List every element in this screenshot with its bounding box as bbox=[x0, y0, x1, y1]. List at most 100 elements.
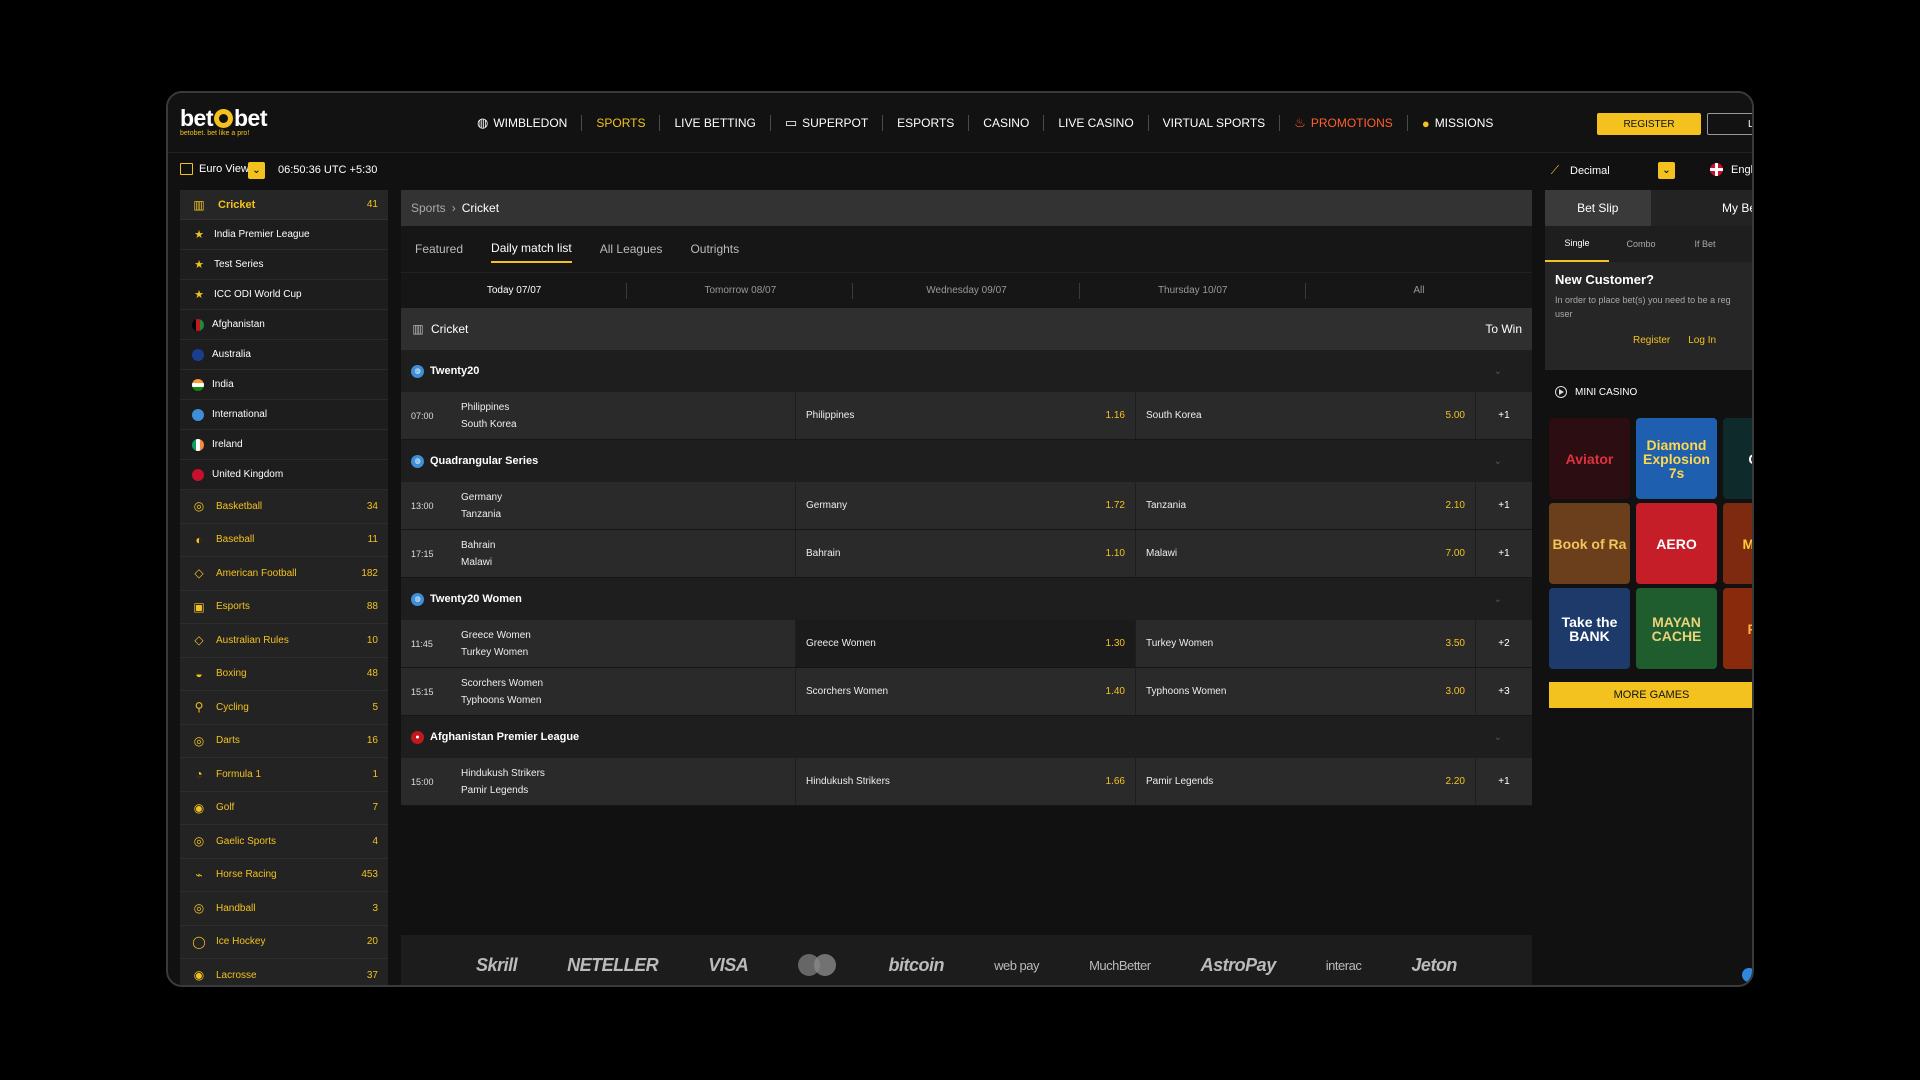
bet-type-single[interactable]: Single bbox=[1545, 226, 1609, 262]
date-tab[interactable]: Tomorrow 08/07 bbox=[627, 273, 854, 308]
sidebar-subitem[interactable]: Ireland bbox=[180, 430, 388, 460]
login-button[interactable]: LO bbox=[1707, 113, 1752, 135]
more-markets-button[interactable]: +1 bbox=[1475, 392, 1532, 439]
sidebar-subitem[interactable]: Australia bbox=[180, 340, 388, 370]
sidebar-item-handball[interactable]: ◎ Handball 3 bbox=[180, 892, 388, 926]
tab-outrights[interactable]: Outrights bbox=[690, 236, 739, 262]
register-button[interactable]: REGISTER bbox=[1597, 113, 1701, 135]
nav-sports[interactable]: SPORTS bbox=[582, 115, 661, 131]
more-markets-button[interactable]: +1 bbox=[1475, 482, 1532, 529]
sidebar-subitem[interactable]: India bbox=[180, 370, 388, 400]
odds-button-home[interactable]: Bahrain 1.10 bbox=[795, 530, 1135, 577]
nav-wimbledon[interactable]: ◍ WIMBLEDON bbox=[463, 115, 583, 131]
nav-live-betting[interactable]: LIVE BETTING bbox=[660, 115, 771, 131]
chevron-down-icon[interactable]: ⌄ bbox=[1494, 594, 1502, 605]
sidebar-item-basketball[interactable]: ◎ Basketball 34 bbox=[180, 490, 388, 524]
odds-dropdown-chevron-icon[interactable]: ⌄ bbox=[1658, 162, 1675, 179]
tab-my-bets[interactable]: My Be bbox=[1651, 190, 1752, 226]
sidebar-item-lacrosse[interactable]: ◉ Lacrosse 37 bbox=[180, 959, 388, 985]
tab-all-leagues[interactable]: All Leagues bbox=[600, 236, 663, 262]
match-info[interactable]: 13:00 Germany Tanzania bbox=[401, 482, 795, 529]
language-selector[interactable]: Engli bbox=[1710, 163, 1752, 176]
sidebar-item-esports[interactable]: ▣ Esports 88 bbox=[180, 590, 388, 624]
odds-button-away[interactable]: Pamir Legends 2.20 bbox=[1135, 758, 1475, 805]
date-tab[interactable]: Thursday 10/07 bbox=[1080, 273, 1307, 308]
sidebar-subitem[interactable]: ★ India Premier League bbox=[180, 220, 388, 250]
casino-game-tile[interactable]: Take the BANK bbox=[1549, 588, 1630, 669]
odds-button-away[interactable]: South Korea 5.00 bbox=[1135, 392, 1475, 439]
betslip-login-link[interactable]: Log In bbox=[1688, 335, 1716, 346]
more-markets-button[interactable]: +1 bbox=[1475, 530, 1532, 577]
more-games-button[interactable]: MORE GAMES bbox=[1549, 682, 1752, 708]
casino-game-tile[interactable]: Diamond Explosion 7s bbox=[1636, 418, 1717, 499]
odds-button-home[interactable]: Philippines 1.16 bbox=[795, 392, 1135, 439]
match-info[interactable]: 15:00 Hindukush Strikers Pamir Legends bbox=[401, 758, 795, 805]
sidebar-item-american-football[interactable]: ◇ American Football 182 bbox=[180, 557, 388, 591]
sidebar-item-cycling[interactable]: ⚲ Cycling 5 bbox=[180, 691, 388, 725]
sidebar-subitem[interactable]: ★ Test Series bbox=[180, 250, 388, 280]
casino-game-tile[interactable]: FIRE bbox=[1723, 588, 1752, 669]
odds-button-home[interactable]: Germany 1.72 bbox=[795, 482, 1135, 529]
sidebar-item-boxing[interactable]: ◒ Boxing 48 bbox=[180, 657, 388, 691]
sidebar-item-golf[interactable]: ◉ Golf 7 bbox=[180, 791, 388, 825]
more-markets-button[interactable]: +3 bbox=[1475, 668, 1532, 715]
league-header[interactable]: ● Afghanistan Premier League ⌄ bbox=[401, 716, 1532, 758]
odds-button-home[interactable]: Hindukush Strikers 1.66 bbox=[795, 758, 1135, 805]
sidebar-item-ice-hockey[interactable]: ◯ Ice Hockey 20 bbox=[180, 925, 388, 959]
date-tab[interactable]: Today 07/07 bbox=[401, 273, 628, 308]
more-markets-button[interactable]: +2 bbox=[1475, 620, 1532, 667]
league-header[interactable]: ◍ Twenty20 Women ⌄ bbox=[401, 578, 1532, 620]
odds-button-away[interactable]: Turkey Women 3.50 bbox=[1135, 620, 1475, 667]
odds-button-away[interactable]: Malawi 7.00 bbox=[1135, 530, 1475, 577]
nav-live-casino[interactable]: LIVE CASINO bbox=[1044, 115, 1149, 131]
nav-virtual-sports[interactable]: VIRTUAL SPORTS bbox=[1149, 115, 1281, 131]
sidebar-subitem[interactable]: International bbox=[180, 400, 388, 430]
view-dropdown-chevron-icon[interactable]: ⌄ bbox=[248, 162, 265, 179]
sidebar-subitem[interactable]: Afghanistan bbox=[180, 310, 388, 340]
more-markets-button[interactable]: +1 bbox=[1475, 758, 1532, 805]
sidebar-item-cricket[interactable]: ▥ Cricket 41 bbox=[180, 190, 388, 220]
view-selector[interactable]: Euro View bbox=[180, 163, 249, 175]
bet-type-if-bet[interactable]: If Bet bbox=[1673, 226, 1737, 262]
odds-format-selector[interactable]: ⟋ Decimal bbox=[1548, 163, 1610, 178]
odds-button-away[interactable]: Typhoons Women 3.00 bbox=[1135, 668, 1475, 715]
tab-bet-slip[interactable]: Bet Slip bbox=[1545, 190, 1651, 226]
casino-game-tile[interactable]: AERO bbox=[1636, 503, 1717, 584]
breadcrumb-root[interactable]: Sports bbox=[411, 201, 446, 215]
nav-promotions[interactable]: ♨ PROMOTIONS bbox=[1280, 115, 1408, 131]
league-header[interactable]: ◍ Quadrangular Series ⌄ bbox=[401, 440, 1532, 482]
nav-missions[interactable]: ● MISSIONS bbox=[1408, 115, 1508, 131]
bet-type-combo[interactable]: Combo bbox=[1609, 226, 1673, 262]
betslip-register-link[interactable]: Register bbox=[1633, 335, 1670, 346]
casino-game-tile[interactable]: Me Ho bbox=[1723, 503, 1752, 584]
tab-featured[interactable]: Featured bbox=[415, 236, 463, 262]
sidebar-item-gaelic-sports[interactable]: ◎ Gaelic Sports 4 bbox=[180, 825, 388, 859]
odds-button-home[interactable]: Greece Women 1.30 bbox=[795, 620, 1135, 667]
chevron-down-icon[interactable]: ⌄ bbox=[1494, 456, 1502, 467]
sidebar-item-formula-1[interactable]: ◔ Formula 1 1 bbox=[180, 758, 388, 792]
date-tab[interactable]: Wednesday 09/07 bbox=[853, 273, 1080, 308]
nav-esports[interactable]: ESPORTS bbox=[883, 115, 970, 131]
sidebar-subitem[interactable]: United Kingdom bbox=[180, 460, 388, 490]
date-tab[interactable]: All bbox=[1306, 273, 1532, 308]
tab-daily-match-list[interactable]: Daily match list bbox=[491, 235, 572, 263]
brand-logo[interactable]: bet bet betobet. bet like a pro! bbox=[180, 107, 268, 138]
chevron-down-icon[interactable]: ⌄ bbox=[1494, 366, 1502, 377]
nav-superpot[interactable]: ▭ SUPERPOT bbox=[771, 115, 884, 131]
sidebar-item-darts[interactable]: ◎ Darts 16 bbox=[180, 724, 388, 758]
casino-game-tile[interactable]: CRA bbox=[1723, 418, 1752, 499]
match-info[interactable]: 15:15 Scorchers Women Typhoons Women bbox=[401, 668, 795, 715]
league-header[interactable]: ◍ Twenty20 ⌄ bbox=[401, 350, 1532, 392]
sidebar-subitem[interactable]: ★ ICC ODI World Cup bbox=[180, 280, 388, 310]
chevron-down-icon[interactable]: ⌄ bbox=[1494, 732, 1502, 743]
sidebar-item-horse-racing[interactable]: ⌁ Horse Racing 453 bbox=[180, 858, 388, 892]
match-info[interactable]: 17:15 Bahrain Malawi bbox=[401, 530, 795, 577]
casino-game-tile[interactable]: Aviator bbox=[1549, 418, 1630, 499]
sidebar-item-baseball[interactable]: ◐ Baseball 11 bbox=[180, 523, 388, 557]
nav-casino[interactable]: CASINO bbox=[969, 115, 1045, 131]
sidebar-item-australian-rules[interactable]: ◇ Australian Rules 10 bbox=[180, 624, 388, 658]
odds-button-home[interactable]: Scorchers Women 1.40 bbox=[795, 668, 1135, 715]
match-info[interactable]: 11:45 Greece Women Turkey Women bbox=[401, 620, 795, 667]
chat-bubble-icon[interactable] bbox=[1742, 968, 1752, 982]
casino-game-tile[interactable]: Book of Ra bbox=[1549, 503, 1630, 584]
